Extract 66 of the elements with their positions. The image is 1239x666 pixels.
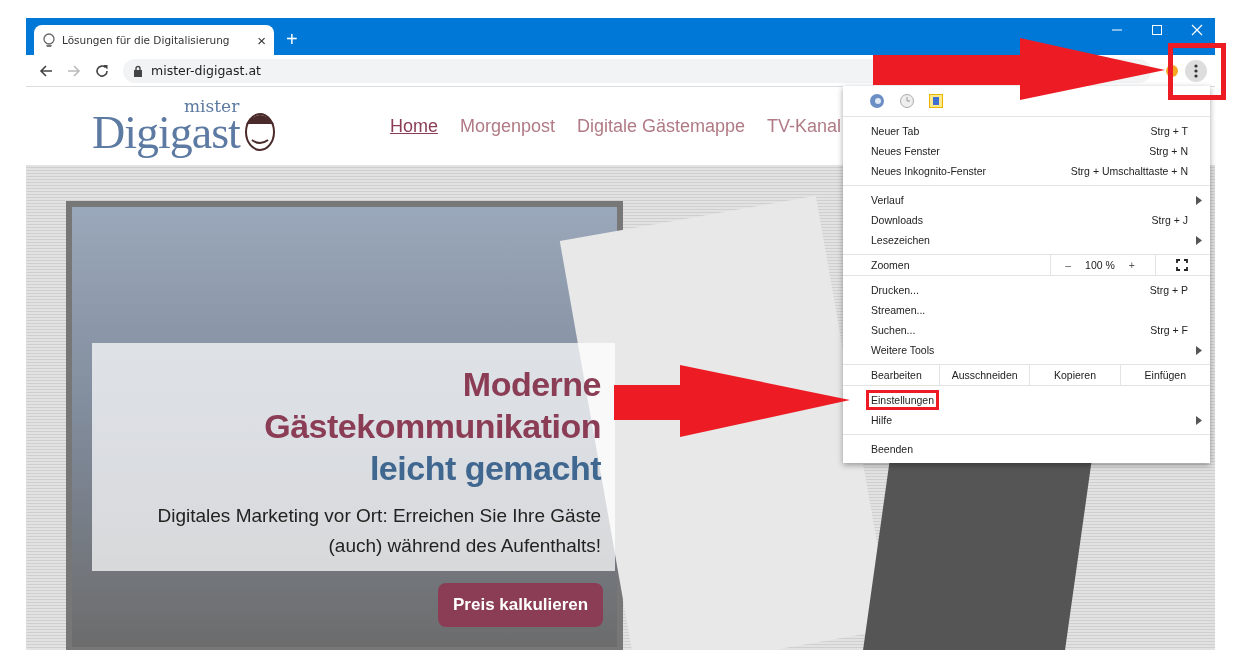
logo-small-text: mister [184, 96, 240, 116]
menu-item[interactable]: Weitere Tools [843, 340, 1210, 360]
shortcut-text: Strg + Umschalttaste + N [1070, 165, 1188, 177]
reload-icon[interactable] [95, 63, 109, 78]
nav-link[interactable]: Morgenpost [459, 115, 555, 137]
fullscreen-icon[interactable] [1176, 259, 1188, 271]
menu-item[interactable]: Hilfe [843, 410, 1210, 430]
menu-item[interactable]: Beenden [843, 439, 1210, 459]
menu-item-label: Hilfe [871, 414, 893, 426]
zoom-in-button[interactable]: + [1128, 259, 1135, 271]
menu-item-label: Einstellungen [866, 390, 940, 410]
menu-item[interactable]: Verlauf [843, 190, 1210, 210]
shortcut-text: Strg + N [1149, 145, 1188, 157]
menu-item-label: Lesezeichen [871, 234, 931, 246]
lock-icon [133, 64, 143, 77]
tab-title: Lösungen für die Digitalisierung [62, 34, 231, 46]
menu-item[interactable]: Neues Fenster Strg + N [843, 141, 1210, 161]
shortcut-text: Strg + J [1151, 214, 1188, 226]
menu-item[interactable]: Streamen... [843, 300, 1210, 320]
menu-item-label: Suchen... [871, 324, 917, 336]
shortcut-text: Strg + P [1149, 284, 1188, 296]
menu-item[interactable]: Einstellungen [843, 390, 1210, 410]
menu-item[interactable]: Downloads Strg + J [843, 210, 1210, 230]
browser-tab[interactable]: Lösungen für die Digitalisierung × [34, 25, 274, 55]
new-tab-button[interactable]: + [286, 28, 298, 51]
hero-headline: Moderne [462, 364, 601, 405]
menu-item-label: Neues Fenster [871, 145, 941, 157]
back-arrow-icon[interactable] [39, 63, 53, 78]
zoom-label: Zoomen [870, 259, 911, 271]
edit-action-button[interactable]: Einfügen [1120, 365, 1210, 385]
menu-icon[interactable] [1185, 59, 1207, 82]
menu-item[interactable]: Lesezeichen [843, 230, 1210, 250]
hero-headline: leicht gemacht [369, 448, 601, 489]
shortcut-text: Strg + F [1150, 324, 1188, 336]
nav-link[interactable]: Digitale Gästemappe [576, 115, 746, 137]
letter-extension-icon[interactable] [929, 94, 943, 108]
menu-item-label: Streamen... [871, 304, 927, 316]
menu-item-label: Downloads [871, 214, 924, 226]
zoom-value: 100 % [1085, 259, 1115, 271]
price-calculate-button[interactable]: Preis kalkulieren [438, 583, 604, 627]
extension-dot-icon[interactable] [1165, 63, 1179, 78]
edit-action-button[interactable]: Kopieren [1030, 365, 1121, 385]
nav-link[interactable]: Home [389, 115, 438, 137]
logo[interactable]: mister Digigast [92, 96, 280, 156]
menu-item[interactable]: Drucken... Strg + P [843, 280, 1210, 300]
menu-item-label: Neuer Tab [871, 125, 921, 137]
maximize-icon[interactable] [1151, 24, 1163, 36]
edit-action-button[interactable]: Ausschneiden [940, 365, 1031, 385]
zoom-out-button[interactable]: – [1065, 259, 1072, 271]
menu-item-label: Neues Inkognito-Fenster [871, 165, 987, 177]
menu-item-label: Drucken... [871, 284, 920, 296]
menu-item-label: Beenden [871, 443, 915, 455]
hero-subtitle: Digitales Marketing vor Ort: Erreichen Sie Ihre Gäste (auch) während des Aufenthalts! [156, 504, 601, 558]
edit-label: Bearbeiten [843, 365, 940, 385]
menu-item-label: Verlauf [871, 194, 905, 206]
nav-link[interactable]: TV-Kanal [767, 115, 842, 137]
round-extension-icon[interactable] [869, 93, 885, 109]
menu-item[interactable]: Suchen... Strg + F [843, 320, 1210, 340]
close-icon[interactable] [1191, 24, 1203, 36]
close-tab-button[interactable]: × [257, 31, 266, 49]
menu-item-label: Weitere Tools [871, 344, 936, 356]
hero-headline: Gästekommunikation [264, 406, 601, 447]
url-text: mister-digigast.at [151, 63, 261, 78]
menu-item[interactable]: Neues Inkognito-Fenster Strg + Umschalttaste + N [843, 161, 1210, 181]
menu-item[interactable]: Neuer Tab Strg + T [843, 121, 1210, 141]
shortcut-text: Strg + T [1150, 125, 1188, 137]
